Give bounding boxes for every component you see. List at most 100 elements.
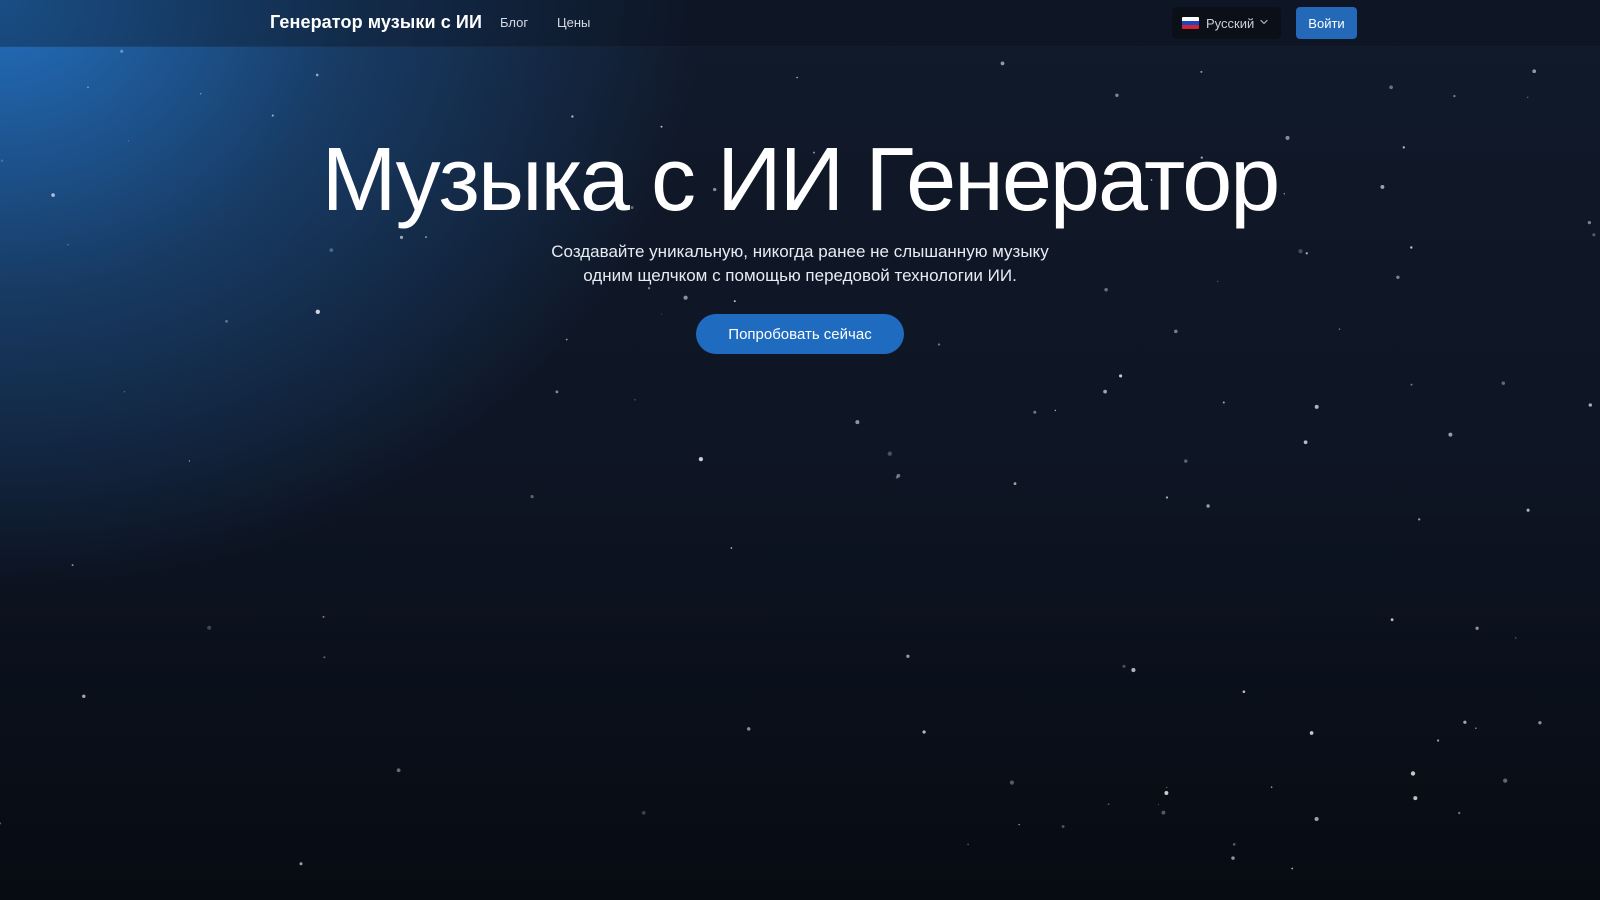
star-dot	[299, 862, 303, 866]
hero-subtitle-line-2: одним щелчком с помощью передовой технол…	[583, 266, 1017, 285]
star-dot	[1174, 329, 1178, 334]
top-navbar: Генератор музыки с ИИ Блог Цены Русский …	[0, 0, 1600, 47]
star-dot	[322, 615, 325, 618]
star-dot	[188, 460, 190, 462]
star-dot	[1119, 374, 1123, 378]
star-dot	[1018, 823, 1020, 826]
star-dot	[1291, 867, 1294, 870]
hero-subtitle-line-1: Создавайте уникальную, никогда ранее не …	[551, 242, 1049, 261]
star-dot	[0, 822, 2, 825]
star-dot	[1200, 70, 1203, 73]
star-dot	[1314, 816, 1319, 822]
star-dot	[425, 236, 427, 239]
star-dot	[1157, 803, 1160, 806]
star-dot	[641, 811, 646, 815]
star-dot	[120, 49, 124, 53]
russia-flag-icon	[1182, 17, 1199, 29]
star-dot	[1453, 94, 1456, 98]
language-label: Русский	[1206, 15, 1255, 31]
star-dot	[315, 309, 320, 314]
star-dot	[895, 476, 899, 479]
star-dot	[323, 656, 326, 659]
star-dot	[225, 320, 228, 323]
language-selector[interactable]: Русский	[1172, 7, 1281, 39]
star-dot	[796, 76, 798, 79]
star-dot	[555, 390, 559, 394]
star-dot	[698, 456, 704, 462]
star-dot	[1418, 518, 1421, 521]
star-dot	[1184, 459, 1188, 463]
nav-link-blog[interactable]: Блог	[500, 15, 528, 30]
star-dot	[1526, 96, 1529, 99]
star-dot	[967, 843, 970, 846]
star-dot	[1115, 93, 1119, 97]
star-dot	[1000, 61, 1005, 66]
star-dot	[733, 300, 736, 303]
hero-title: Музыка с ИИ Генератор	[321, 130, 1281, 230]
star-dot	[530, 495, 534, 499]
star-dot	[1161, 810, 1166, 815]
star-dot	[1309, 731, 1314, 735]
star-dot	[1107, 803, 1110, 806]
star-dot	[1458, 811, 1461, 815]
brand-logo-text[interactable]: Генератор музыки с ИИ	[270, 12, 482, 33]
star-dot	[1103, 389, 1107, 394]
star-dot	[1009, 780, 1014, 785]
star-dot	[1131, 667, 1136, 673]
star-dot	[571, 115, 574, 118]
star-dot	[71, 564, 74, 567]
star-dot	[1413, 796, 1418, 801]
login-button[interactable]: Войти	[1296, 7, 1357, 39]
star-dot	[1270, 786, 1273, 788]
star-dot	[1166, 786, 1168, 789]
star-dot	[1222, 401, 1225, 404]
try-now-button[interactable]: Попробовать сейчас	[696, 314, 904, 354]
star-dot	[1592, 233, 1596, 237]
star-dot	[200, 93, 202, 95]
star-dot	[1242, 690, 1246, 693]
star-dot	[1390, 618, 1394, 622]
star-dot	[1013, 482, 1017, 486]
star-dot	[396, 768, 401, 773]
star-dot	[1448, 432, 1453, 437]
star-dot	[1389, 85, 1393, 90]
star-dot	[906, 654, 910, 658]
star-dot	[1475, 626, 1479, 630]
star-dot	[746, 727, 751, 731]
star-dot	[1164, 791, 1169, 795]
star-dot	[399, 235, 404, 239]
star-dot	[887, 451, 892, 456]
star-dot	[1033, 410, 1037, 414]
star-dot	[1410, 771, 1416, 776]
star-dot	[1303, 440, 1308, 445]
star-dot	[1410, 383, 1413, 386]
star-dot	[896, 473, 901, 478]
star-dot	[1338, 328, 1341, 330]
star-dot	[207, 625, 212, 630]
star-dot	[683, 295, 688, 300]
star-dot	[1165, 496, 1169, 499]
star-dot	[1314, 404, 1319, 409]
star-dot	[1538, 721, 1542, 725]
star-dot	[634, 399, 636, 401]
star-dot	[1231, 856, 1235, 860]
hero-subtitle: Создавайте уникальную, никогда ранее не …	[0, 240, 1600, 288]
star-dot	[315, 73, 319, 77]
star-dot	[1503, 778, 1508, 783]
chevron-down-icon	[1260, 19, 1268, 25]
star-dot	[1122, 664, 1126, 668]
star-dot	[1232, 843, 1236, 846]
star-dot	[922, 730, 926, 734]
star-dot	[1514, 637, 1517, 639]
star-dot	[1061, 825, 1065, 828]
star-dot	[271, 114, 274, 117]
star-dot	[82, 694, 86, 699]
star-dot	[1436, 739, 1440, 742]
star-dot	[87, 86, 89, 89]
star-dot	[660, 313, 663, 315]
star-dot	[1054, 409, 1057, 412]
nav-link-prices[interactable]: Цены	[557, 15, 590, 30]
star-dot	[855, 420, 860, 425]
star-dot	[565, 338, 568, 341]
star-dot	[1463, 720, 1467, 724]
